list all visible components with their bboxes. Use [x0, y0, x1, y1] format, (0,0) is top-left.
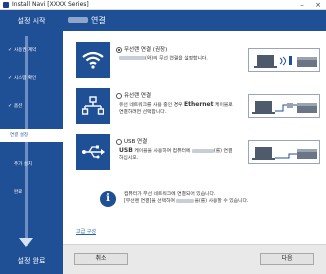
wired-illustration [248, 94, 320, 118]
step-system-check: ✓ 시스템 확인 [8, 75, 37, 81]
usb-icon [76, 134, 110, 170]
window-title: Install Navi [XXXX Series] [12, 1, 89, 8]
step-options: ✓ 옵션 [8, 103, 23, 109]
radio-wireless[interactable]: 무선랜 연결 (권장) [116, 45, 167, 53]
arrow-down-icon [19, 238, 33, 247]
network-icon [76, 88, 110, 124]
wired-description: 유선 네트워크를 사용 중인 경우 Ethernet 케이블로 연결하려면 선택… [119, 101, 233, 115]
step-connection-active: 연결 설정 [0, 129, 66, 142]
page-header: 연결 [63, 10, 326, 31]
info-icon: i [100, 191, 116, 207]
title-bar: Install Navi [XXXX Series] – × [0, 0, 326, 10]
redacted-text [68, 17, 88, 23]
wifi-icon [76, 42, 110, 78]
option-wireless[interactable]: 무선랜 연결 (권장) (와)의 무선 연결을 설정합니다. [76, 42, 320, 80]
cancel-button[interactable]: 취소 [74, 253, 128, 265]
next-button[interactable]: 다음 [260, 253, 314, 265]
close-button[interactable]: × [312, 0, 324, 10]
page-title: 연결 [91, 16, 106, 25]
usb-description: USB 케이블을 사용하여 컴퓨터에 (를) 연결 하십시오. [119, 147, 233, 161]
advanced-config-link[interactable]: 고급 구성 [76, 228, 96, 235]
info-message: 컴퓨터가 무선 네트워크에 연결되어 있습니다. [무선랜 연결]을 선택하여 … [124, 192, 249, 204]
minimize-button[interactable]: – [296, 0, 308, 10]
radio-wired[interactable]: 유선랜 연결 [116, 91, 151, 99]
setup-start-label: 설정 시작 [17, 17, 46, 25]
wireless-illustration [248, 48, 320, 72]
step-finish: 완료 [14, 190, 23, 195]
steps-sidebar: 설정 시작 ✓ 사용권 계약 ✓ 시스템 확인 ✓ 옵션 연결 설정 추가 설치 완료… [0, 10, 66, 274]
setup-complete-label: 설정 완료 [17, 257, 46, 265]
radio-usb[interactable]: USB 연결 [116, 137, 147, 145]
step-license: ✓ 사용권 계약 [8, 47, 37, 53]
app-icon [3, 2, 9, 8]
usb-illustration [248, 140, 320, 164]
step-additional-install: 추가 설치 [14, 162, 32, 167]
wireless-description: (와)의 무선 연결을 설정합니다. [119, 56, 259, 63]
installer-window: Install Navi [XXXX Series] – × 설정 시작 ✓ 사용… [0, 0, 326, 274]
option-usb[interactable]: USB 연결 USB 케이블을 사용하여 컴퓨터에 (를) 연결 하십시오. [76, 134, 320, 172]
option-wired[interactable]: 유선랜 연결 유선 네트워크를 사용 중인 경우 Ethernet 케이블로 연… [76, 88, 320, 126]
